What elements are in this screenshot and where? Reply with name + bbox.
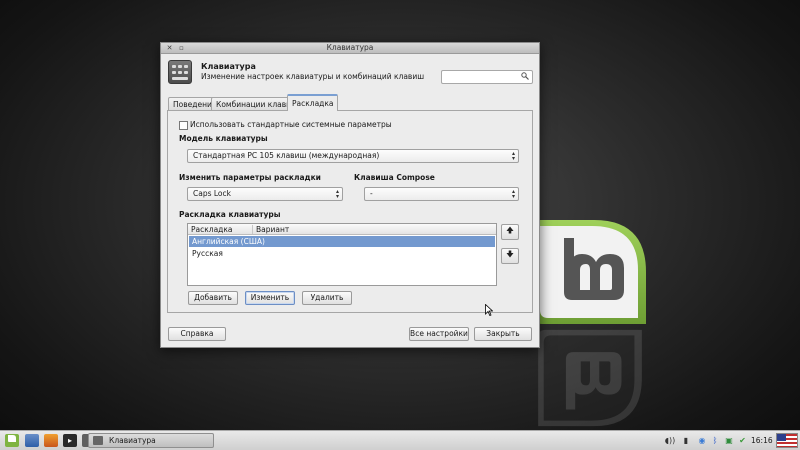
shield-icon[interactable]: ✔ [737, 435, 748, 446]
clock[interactable]: 16:16 [751, 435, 773, 446]
list-item[interactable]: Русская [189, 248, 495, 259]
compose-key-select[interactable]: - ▴ ▾ [364, 187, 519, 201]
column-header-layout[interactable]: Раскладка [191, 225, 232, 234]
list-item-layout: Английская (США) [192, 237, 265, 246]
volume-icon[interactable]: ◖)) [664, 435, 676, 446]
keyboard-settings-window: ✕ ▫ Клавиатура Клавиатура Изменение наст… [160, 42, 540, 348]
mouse-cursor-icon [485, 304, 493, 316]
spin-arrows-icon: ▴ ▾ [511, 150, 515, 162]
chat-icon[interactable]: ◉ [696, 435, 708, 446]
window-title: Клавиатура [326, 43, 374, 52]
tab-layout-label: Раскладка [292, 99, 334, 108]
layout-options-label: Изменить параметры раскладки [179, 173, 321, 182]
compose-key-label: Клавиша Compose [354, 173, 435, 182]
all-settings-button[interactable]: Все настройки [409, 327, 469, 341]
list-header: Раскладка Вариант [188, 224, 496, 235]
move-up-button[interactable] [501, 224, 519, 240]
arrow-down-icon [506, 250, 514, 258]
taskbar-item-label: Клавиатура [109, 436, 156, 445]
search-icon [521, 72, 529, 82]
terminal-icon[interactable]: ▸ [63, 434, 77, 447]
keyboard-icon [168, 60, 192, 84]
arrow-up-icon [506, 226, 514, 234]
edit-layout-button[interactable]: Изменить [245, 291, 295, 305]
layout-options-select[interactable]: Caps Lock ▴ ▾ [187, 187, 343, 201]
keyboard-model-select[interactable]: Стандартная PC 105 клавиш (международная… [187, 149, 519, 163]
add-layout-button[interactable]: Добавить [188, 291, 238, 305]
use-system-defaults-label: Использовать стандартные системные парам… [190, 120, 392, 129]
header-subtitle: Изменение настроек клавиатуры и комбинац… [201, 72, 425, 81]
list-item[interactable]: Английская (США) [189, 236, 495, 247]
show-desktop-icon[interactable] [25, 434, 39, 447]
keyboard-layouts-list[interactable]: Раскладка Вариант Английская (США) Русск… [187, 223, 497, 286]
move-down-button[interactable] [501, 248, 519, 264]
bluetooth-icon[interactable]: ᛒ [710, 435, 720, 446]
use-system-defaults-checkbox[interactable] [179, 121, 188, 130]
title-bar[interactable]: ✕ ▫ Клавиатура [161, 43, 539, 54]
linux-mint-logo [534, 220, 646, 324]
taskbar-item-keyboard[interactable]: Клавиатура [88, 433, 214, 448]
search-input[interactable] [441, 70, 533, 84]
update-manager-icon[interactable]: ▣ [723, 435, 735, 446]
network-icon[interactable]: ▮ [681, 435, 691, 446]
layout-options-value: Caps Lock [193, 189, 231, 198]
close-button[interactable]: Закрыть [474, 327, 532, 341]
help-button[interactable]: Справка [168, 327, 226, 341]
firefox-icon[interactable] [44, 434, 58, 447]
tab-shortcuts-label: Комбинации клавиш [216, 100, 298, 109]
column-header-variant[interactable]: Вариант [256, 225, 289, 234]
keyboard-layouts-label: Раскладка клавиатуры [179, 210, 281, 219]
taskbar: ▸ Клавиатура ◖)) ▮ ◉ ᛒ ▣ ✔ 16:16 [0, 430, 800, 450]
delete-layout-button[interactable]: Удалить [302, 291, 352, 305]
us-flag-icon[interactable] [776, 433, 798, 448]
spin-arrows-icon: ▴ ▾ [335, 188, 339, 200]
tab-layout[interactable]: Раскладка [287, 94, 339, 111]
keyboard-icon [93, 436, 103, 445]
linux-mint-logo-reflection [538, 329, 642, 427]
keyboard-model-label: Модель клавиатуры [179, 134, 268, 143]
tab-behavior-label: Поведение [173, 100, 217, 109]
spin-arrows-icon: ▴ ▾ [511, 188, 515, 200]
compose-key-value: - [370, 189, 373, 198]
list-item-layout: Русская [192, 249, 223, 258]
header-title: Клавиатура [201, 62, 256, 71]
menu-icon[interactable] [5, 434, 19, 447]
keyboard-model-value: Стандартная PC 105 клавиш (международная… [193, 151, 380, 160]
